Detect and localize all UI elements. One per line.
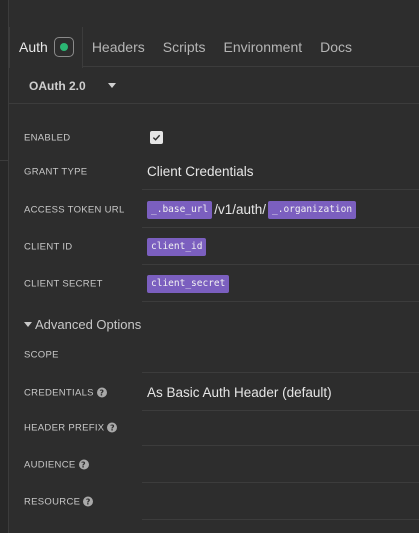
chevron-down-icon <box>107 83 116 88</box>
caret-down-icon <box>24 322 32 327</box>
credentials-label: CREDENTIALS ? <box>24 387 107 398</box>
audience-input[interactable] <box>147 446 419 483</box>
client-id-label: CLIENT ID <box>24 241 73 252</box>
tab-auth-label: Auth <box>19 39 48 55</box>
checkmark-icon <box>152 134 161 141</box>
resource-input[interactable] <box>147 483 419 520</box>
client-secret-input[interactable]: client_secret <box>147 265 419 302</box>
tab-scripts[interactable]: Scripts <box>154 27 215 67</box>
audience-label: AUDIENCE ? <box>24 459 89 470</box>
grant-type-value: Client Credentials <box>147 164 254 179</box>
help-icon[interactable]: ? <box>78 459 89 470</box>
auth-type-dropdown[interactable]: OAuth 2.0 <box>9 68 419 104</box>
scope-row: SCOPE <box>24 336 419 373</box>
client-secret-label: CLIENT SECRET <box>24 278 103 289</box>
tab-headers-label: Headers <box>91 38 145 55</box>
resource-label: RESOURCE ? <box>24 496 94 507</box>
auth-status-indicator <box>53 37 74 57</box>
tab-docs[interactable]: Docs <box>311 27 361 67</box>
tab-scripts-label: Scripts <box>162 38 206 55</box>
resource-row: RESOURCE ? <box>24 483 419 520</box>
enabled-checkbox[interactable] <box>150 131 163 144</box>
client-id-row: CLIENT ID client_id <box>24 228 419 265</box>
help-icon[interactable]: ? <box>96 387 107 398</box>
scope-label: SCOPE <box>24 349 59 360</box>
variable-chip-client-secret[interactable]: client_secret <box>147 274 230 293</box>
header-prefix-row: HEADER PREFIX ? <box>24 409 419 446</box>
variable-chip-client-id[interactable]: client_id <box>147 237 207 256</box>
header-prefix-input[interactable] <box>147 409 419 446</box>
help-icon[interactable]: ? <box>107 422 118 433</box>
tab-environment[interactable]: Environment <box>215 27 312 67</box>
grant-type-select[interactable]: Client Credentials <box>147 153 419 190</box>
variable-chip-base-url[interactable]: _.base_url <box>147 200 213 219</box>
enabled-row: ENABLED <box>24 119 419 156</box>
help-icon[interactable]: ? <box>83 496 94 507</box>
access-token-url-input[interactable]: _.base_url /v1/auth/ _.organization <box>147 191 419 228</box>
audience-label-text: AUDIENCE <box>24 459 76 470</box>
enabled-label: ENABLED <box>24 132 71 143</box>
tab-auth[interactable]: Auth <box>9 26 83 68</box>
client-id-input[interactable]: client_id <box>147 228 419 265</box>
left-panel-edge <box>0 0 9 533</box>
tab-docs-label: Docs <box>320 38 353 55</box>
credentials-value: As Basic Auth Header (default) <box>147 385 332 400</box>
credentials-label-text: CREDENTIALS <box>24 387 94 398</box>
client-secret-divider <box>142 301 419 302</box>
advanced-options-title: Advanced Options <box>35 317 142 332</box>
resource-divider <box>142 519 419 520</box>
scope-input[interactable] <box>147 336 419 373</box>
advanced-options-toggle[interactable]: Advanced Options <box>24 317 141 332</box>
tab-environment-label: Environment <box>223 38 303 55</box>
access-token-url-path: /v1/auth/ <box>214 202 266 217</box>
variable-chip-organization[interactable]: _.organization <box>268 200 357 219</box>
audience-row: AUDIENCE ? <box>24 446 419 483</box>
left-panel-divider <box>0 160 9 161</box>
tab-bar: Auth Headers Scripts Environment Docs <box>9 26 419 68</box>
resource-label-text: RESOURCE <box>24 496 81 507</box>
access-token-url-row: ACCESS TOKEN URL _.base_url /v1/auth/ _.… <box>24 191 419 228</box>
client-secret-row: CLIENT SECRET client_secret <box>24 265 419 302</box>
status-dot-icon <box>59 43 68 51</box>
credentials-row: CREDENTIALS ? As Basic Auth Header (defa… <box>24 374 419 411</box>
grant-type-divider <box>142 189 419 190</box>
header-prefix-label: HEADER PREFIX ? <box>24 422 118 433</box>
header-prefix-label-text: HEADER PREFIX <box>24 422 105 433</box>
credentials-select[interactable]: As Basic Auth Header (default) <box>147 374 419 411</box>
access-token-url-label: ACCESS TOKEN URL <box>24 204 125 215</box>
tab-headers[interactable]: Headers <box>83 27 154 67</box>
scope-divider <box>142 372 419 373</box>
auth-type-label: OAuth 2.0 <box>29 78 86 93</box>
grant-type-row: GRANT TYPE Client Credentials <box>24 153 419 190</box>
grant-type-label: GRANT TYPE <box>24 166 88 177</box>
